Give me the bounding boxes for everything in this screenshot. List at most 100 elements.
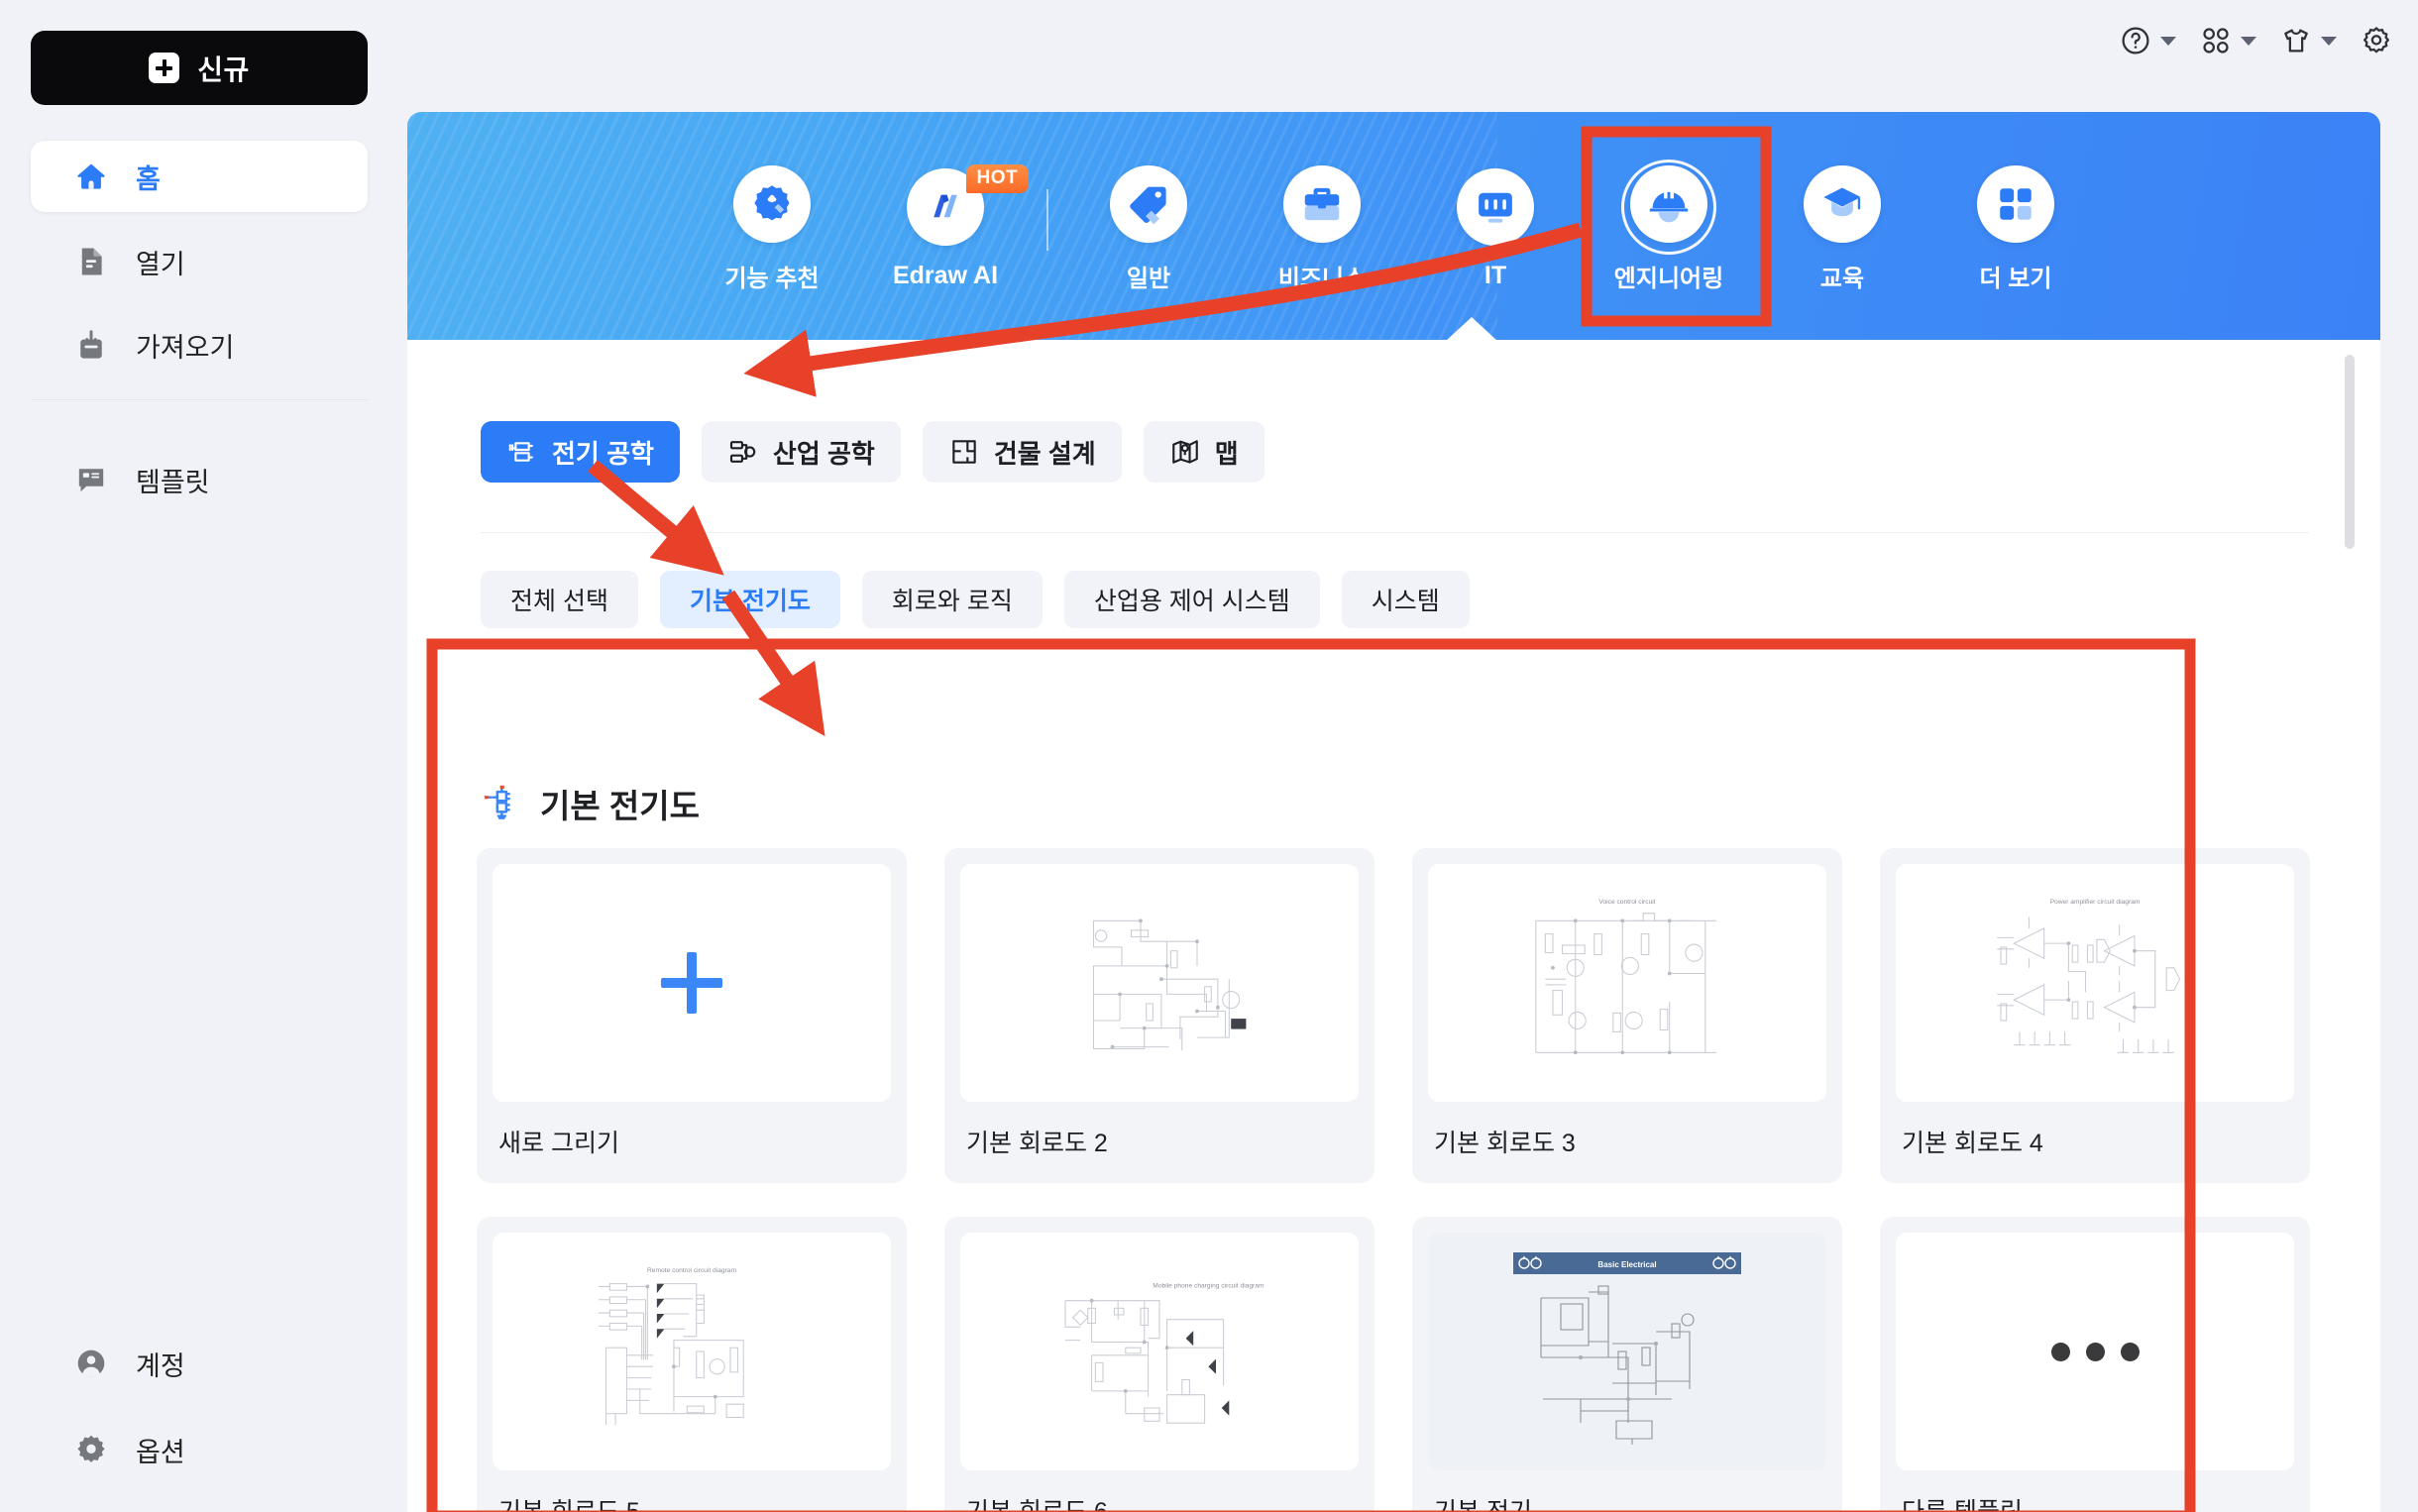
- new-button[interactable]: 신규: [31, 31, 368, 105]
- subtab-industrial-engineering[interactable]: 산업 공학: [701, 421, 901, 483]
- template-card-circuit-6[interactable]: Mobile phone charging circuit diagram 기본…: [944, 1217, 1374, 1512]
- help-button[interactable]: [2120, 25, 2176, 56]
- vertical-scrollbar[interactable]: [2345, 355, 2355, 549]
- template-card-circuit-2[interactable]: 기본 회로도 2: [944, 848, 1374, 1183]
- template-card-basic-electrical[interactable]: Basic Electrical 기본 전기: [1412, 1217, 1842, 1512]
- chip-systems[interactable]: 시스템: [1341, 571, 1470, 628]
- new-button-label: 신규: [197, 54, 250, 85]
- settings-gear-icon: [2361, 25, 2392, 56]
- four-squares-icon: [1977, 164, 2054, 243]
- category-label: 교육: [1819, 265, 1865, 292]
- subtab-electrical-engineering[interactable]: 전기 공학: [481, 421, 680, 483]
- subtab-label: 산업 공학: [772, 438, 875, 469]
- template-thumbnail: Power amplifier circuit diagram: [1896, 864, 2294, 1102]
- template-thumbnail: Remote control circuit diagram: [493, 1233, 891, 1470]
- template-card-more-templates[interactable]: 다른 템플릿: [1880, 1217, 2310, 1512]
- template-caption: 기본 회로도 5: [498, 1498, 640, 1512]
- sidebar-item-options[interactable]: 옵션: [31, 1414, 368, 1485]
- category-general[interactable]: 일반: [1062, 160, 1236, 293]
- gear-options-icon: [74, 1433, 108, 1466]
- template-caption: 기본 회로도 6: [966, 1498, 1108, 1512]
- hot-badge: HOT: [965, 163, 1030, 193]
- template-caption: 기본 회로도 2: [966, 1130, 1108, 1157]
- template-thumbnail: [493, 864, 891, 1102]
- subtab-label: 맵: [1214, 438, 1239, 469]
- import-download-icon: [74, 328, 108, 362]
- template-grid: 새로 그리기 기본 회로도 2 Voice control circuit 기본…: [477, 848, 2310, 1512]
- subtab-label: 건물 설계: [993, 438, 1096, 469]
- subtab-map[interactable]: 맵: [1143, 421, 1264, 483]
- template-caption: 기본 회로도 3: [1434, 1130, 1576, 1157]
- thumb-title: Voice control circuit: [1598, 899, 1655, 906]
- sidebar-item-home[interactable]: 홈: [31, 141, 368, 212]
- chip-basic-electrical[interactable]: 기본 전기도: [659, 571, 840, 628]
- category-more[interactable]: 더 보기: [1929, 160, 2103, 293]
- section-header: 기본 전기도: [481, 780, 700, 827]
- template-thumbnail: Mobile phone charging circuit diagram: [960, 1233, 1359, 1470]
- template-thumbnail: Voice control circuit: [1428, 864, 1826, 1102]
- floorplan-icon: [948, 436, 980, 468]
- category-label: 일반: [1126, 265, 1171, 292]
- plus-square-icon: [149, 53, 180, 83]
- theme-button[interactable]: [2280, 25, 2337, 56]
- category-label: 더 보기: [1979, 265, 2052, 292]
- electrical-component-icon: [506, 436, 538, 468]
- home-icon: [74, 160, 108, 193]
- category-edraw-ai[interactable]: HOT Edraw AI: [859, 162, 1033, 290]
- top-icon-bar: [2096, 16, 2392, 65]
- circuit-schematic-thumb: [1092, 918, 1247, 1051]
- account-person-icon: [74, 1347, 108, 1380]
- category-banner: 기능 추천 HOT Edraw AI 일반 비즈니스 IT 엔지니어링 교육 더…: [407, 112, 2380, 340]
- template-card-circuit-5[interactable]: Remote control circuit diagram 기본 회로도 5: [477, 1217, 907, 1512]
- thumb-title: Power amplifier circuit diagram: [2050, 899, 2141, 906]
- settings-button[interactable]: [2361, 25, 2392, 56]
- category-label: IT: [1484, 261, 1507, 289]
- template-caption: 새로 그리기: [498, 1130, 619, 1157]
- charger-schematic-thumb: Mobile phone charging circuit diagram: [1064, 1282, 1264, 1424]
- briefcase-icon: [1283, 164, 1361, 243]
- sidebar-item-account[interactable]: 계정: [31, 1328, 368, 1399]
- apps-button[interactable]: [2200, 25, 2256, 56]
- thumb-title: Mobile phone charging circuit diagram: [1153, 1282, 1264, 1289]
- chevron-down-icon: [2241, 36, 2256, 46]
- sidebar-item-template[interactable]: 템플릿: [31, 444, 368, 515]
- selected-category-pointer: [1446, 317, 1497, 340]
- category-feature-recommend[interactable]: 기능 추천: [686, 160, 859, 293]
- sidebar-divider: [31, 399, 368, 400]
- template-thumbnail: Basic Electrical: [1428, 1233, 1826, 1470]
- chip-select-all[interactable]: 전체 선택: [481, 571, 638, 628]
- subtab-label: 전기 공학: [552, 438, 654, 469]
- category-education[interactable]: 교육: [1756, 160, 1929, 293]
- sidebar-item-open[interactable]: 열기: [31, 226, 368, 297]
- template-card-new-drawing[interactable]: 새로 그리기: [477, 848, 907, 1183]
- category-engineering[interactable]: 엔지니어링: [1583, 159, 1756, 293]
- titled-schematic-thumb: Basic Electrical: [1513, 1252, 1741, 1451]
- chip-circuits-logic[interactable]: 회로와 로직: [861, 571, 1043, 628]
- tshirt-theme-icon: [2280, 25, 2312, 56]
- sidebar-item-import[interactable]: 가져오기: [31, 309, 368, 380]
- monitor-icon: [1457, 167, 1534, 246]
- template-caption: 다른 템플릿: [1902, 1498, 2023, 1512]
- chip-industrial-control[interactable]: 산업용 제어 시스템: [1063, 571, 1320, 628]
- sidebar-item-label: 홈: [136, 163, 161, 194]
- sidebar: 신규 홈 열기 가져오기 템플릿 계정 옵션: [0, 0, 396, 1512]
- template-thumbnail: [1896, 1233, 2294, 1470]
- template-board-icon: [74, 463, 108, 496]
- sidebar-item-label: 계정: [136, 1350, 185, 1381]
- tabs-divider: [481, 532, 2309, 533]
- category-label: 비즈니스: [1277, 265, 1367, 292]
- ellipsis-icon: [2050, 1342, 2140, 1361]
- category-it[interactable]: IT: [1409, 162, 1583, 290]
- sidebar-item-label: 열기: [136, 249, 185, 279]
- subtab-building-design[interactable]: 건물 설계: [922, 421, 1122, 483]
- template-caption: 기본 회로도 4: [1902, 1130, 2043, 1157]
- section-title-text: 기본 전기도: [540, 788, 700, 824]
- template-card-circuit-3[interactable]: Voice control circuit 기본 회로도 3: [1412, 848, 1842, 1183]
- category-business[interactable]: 비즈니스: [1236, 160, 1409, 293]
- map-pin-icon: [1169, 436, 1201, 468]
- chevron-down-icon: [2160, 36, 2176, 46]
- apps-grid-icon: [2200, 25, 2232, 56]
- template-card-circuit-4[interactable]: Power amplifier circuit diagram 기본 회로도 4: [1880, 848, 2310, 1183]
- sidebar-item-label: 템플릿: [136, 467, 210, 497]
- thumb-title: Basic Electrical: [1597, 1260, 1656, 1269]
